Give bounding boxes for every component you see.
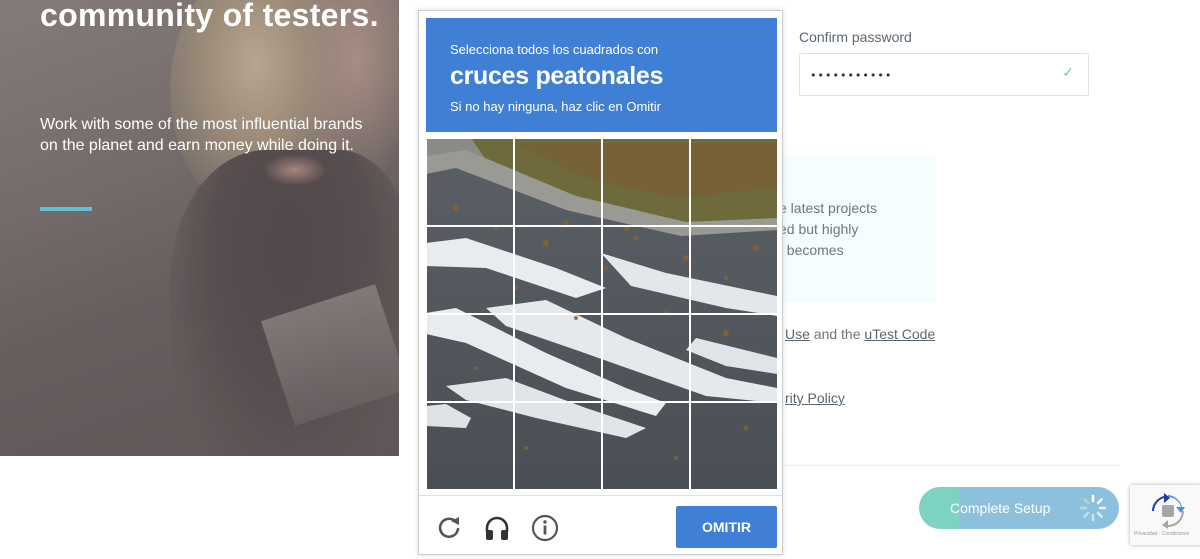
captcha-tile[interactable] <box>602 402 690 489</box>
captcha-tile[interactable] <box>690 226 777 314</box>
audio-icon[interactable] <box>482 513 512 543</box>
terms-line: Use and the uTest Code <box>785 326 935 342</box>
confirm-password-input[interactable] <box>810 65 1050 85</box>
confirm-password-field[interactable]: ✓ <box>799 53 1089 96</box>
captcha-tile[interactable] <box>602 138 690 226</box>
captcha-tile[interactable] <box>426 402 514 489</box>
captcha-tile[interactable] <box>514 314 602 402</box>
utest-code-link[interactable]: uTest Code <box>864 326 935 342</box>
captcha-tile[interactable] <box>602 314 690 402</box>
captcha-image-grid <box>426 138 777 489</box>
captcha-tile[interactable] <box>426 314 514 402</box>
hero-overlay <box>0 0 399 456</box>
terms-of-use-link[interactable]: Use <box>785 326 810 342</box>
loading-spinner-icon <box>1079 494 1107 522</box>
check-icon: ✓ <box>1062 64 1074 80</box>
hero-title: community of testers. <box>40 0 379 33</box>
hero-accent-bar <box>40 207 92 211</box>
recaptcha-logo-icon <box>1152 493 1185 529</box>
captcha-tile[interactable] <box>690 402 777 489</box>
captcha-target: cruces peatonales <box>450 62 664 90</box>
complete-setup-button[interactable]: Complete Setup <box>919 487 1119 529</box>
privacy-line: rity Policy <box>785 390 845 406</box>
captcha-challenge: Selecciona todos los cuadrados con cruce… <box>418 10 783 555</box>
captcha-tile[interactable] <box>426 138 514 226</box>
info-line-2: ed but highly <box>779 221 859 237</box>
privacy-policy-link[interactable]: rity Policy <box>785 390 845 406</box>
captcha-tile[interactable] <box>602 226 690 314</box>
complete-setup-label: Complete Setup <box>950 500 1051 516</box>
info-icon[interactable] <box>530 513 560 543</box>
captcha-instruction: Selecciona todos los cuadrados con <box>450 42 659 57</box>
captcha-header: Selecciona todos los cuadrados con cruce… <box>426 18 777 132</box>
recaptcha-terms: Privacidad - Condiciones <box>1134 531 1190 537</box>
captcha-tile[interactable] <box>426 226 514 314</box>
terms-and-the-text: and the <box>809 326 865 342</box>
form-divider <box>780 465 1120 466</box>
skip-button[interactable]: OMITIR <box>676 506 777 548</box>
captcha-tile[interactable] <box>514 226 602 314</box>
captcha-hint: Si no hay ninguna, haz clic en Omitir <box>450 99 661 114</box>
hero-panel: community of testers. Work with some of … <box>0 0 399 456</box>
confirm-password-label: Confirm password <box>799 29 912 45</box>
captcha-tile[interactable] <box>690 138 777 226</box>
captcha-tile[interactable] <box>514 138 602 226</box>
info-line-3: t becomes <box>779 242 844 258</box>
recaptcha-badge[interactable]: Privacidad - Condiciones <box>1130 485 1200 545</box>
captcha-footer-divider <box>419 495 782 496</box>
reload-icon[interactable] <box>434 513 464 543</box>
hero-description: Work with some of the most influential b… <box>40 116 363 154</box>
info-line-1: e latest projects <box>779 200 878 216</box>
captcha-tile[interactable] <box>690 314 777 402</box>
captcha-tile[interactable] <box>514 402 602 489</box>
